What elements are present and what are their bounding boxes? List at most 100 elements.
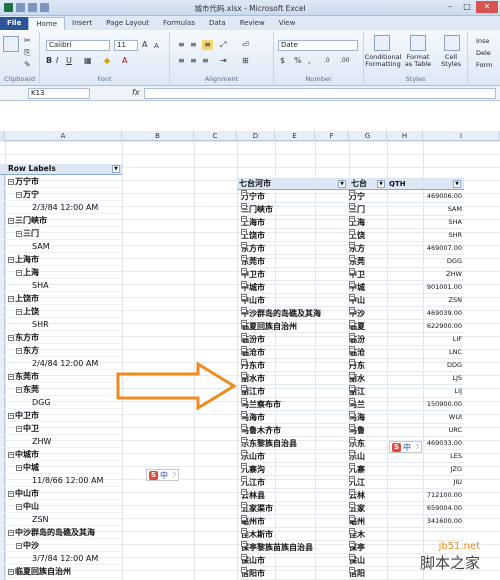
qth-cell[interactable]: SAM — [387, 203, 462, 216]
short-name-cell[interactable]: − 乌海 — [349, 411, 387, 424]
underline-icon[interactable]: U — [66, 56, 72, 66]
pivot-right-row[interactable]: − 乌兰察布市 − 乌兰 150900.00 — [237, 398, 464, 411]
comma-icon[interactable]: , — [308, 56, 311, 66]
collapse-toggle-icon[interactable]: − — [349, 528, 355, 534]
row-number-cell[interactable] — [0, 500, 5, 512]
collapse-toggle-icon[interactable]: − — [349, 424, 355, 430]
pivot-right-row[interactable]: − 临夏回族自治州 − 临夏 622900.00 — [237, 320, 464, 333]
tab-data[interactable]: Data — [202, 17, 233, 30]
city-cell[interactable]: − 乐东黎族自治县 — [241, 437, 351, 450]
pivot-right-row[interactable]: − 亳州市 − 亳州 341600.00 — [237, 515, 464, 528]
row-number-cell[interactable] — [0, 279, 5, 291]
indent-icon[interactable]: ⇥ — [220, 56, 227, 66]
row-number-cell[interactable] — [0, 552, 5, 564]
qth-column-header[interactable]: QTH — [389, 178, 406, 190]
qth-cell[interactable]: ZSN — [387, 294, 462, 307]
qth-cell[interactable]: 712100.00 — [387, 489, 462, 502]
format-as-table-icon[interactable] — [410, 35, 426, 51]
collapse-toggle-icon[interactable]: − — [349, 372, 355, 378]
collapse-toggle-icon[interactable]: − — [349, 515, 355, 521]
pivot-right-row[interactable]: − 中城市 − 中城 901001.00 — [237, 281, 464, 294]
short-name-cell[interactable]: − 亳州 — [349, 515, 387, 528]
row-number-cell[interactable] — [0, 422, 5, 434]
grow-font-icon[interactable]: A — [142, 40, 147, 50]
currency-icon[interactable]: $ — [280, 56, 285, 66]
column-header-a[interactable]: A — [5, 131, 122, 141]
collapse-toggle-icon[interactable]: − — [8, 412, 14, 419]
row-number-cell[interactable] — [0, 175, 5, 187]
pivot-left-row[interactable]: − 上海 — [0, 266, 122, 279]
collapse-toggle-icon[interactable]: − — [241, 541, 247, 547]
conditional-formatting-icon[interactable] — [374, 35, 390, 51]
qth-cell[interactable]: WUI — [387, 411, 462, 424]
pivot-right-row[interactable]: − 上饶市 − 上饶 SHR — [237, 229, 464, 242]
collapse-toggle-icon[interactable]: − — [241, 450, 247, 456]
pivot-left-row[interactable]: − 中山市 — [0, 487, 122, 500]
collapse-toggle-icon[interactable]: − — [16, 308, 22, 315]
city-cell[interactable]: − 乌鲁木齐市 — [241, 424, 351, 437]
collapse-toggle-icon[interactable]: − — [241, 437, 247, 443]
qth-cell[interactable]: SHA — [387, 216, 462, 229]
city-cell[interactable]: − 东莞市 — [241, 255, 351, 268]
collapse-toggle-icon[interactable]: − — [241, 424, 247, 430]
paste-icon[interactable] — [3, 36, 19, 52]
collapse-toggle-icon[interactable]: − — [241, 229, 247, 235]
city-cell[interactable]: − 保山市 — [241, 554, 351, 567]
collapse-toggle-icon[interactable]: − — [349, 281, 355, 287]
short-name-cell[interactable]: − 中城 — [349, 281, 387, 294]
pivot-left-row[interactable]: − 东莞市 — [0, 370, 122, 383]
city-cell[interactable]: − 九寨沟 — [241, 463, 351, 476]
row-number-cell[interactable] — [0, 188, 5, 200]
insert-cells-button[interactable]: Inse — [476, 38, 489, 45]
row-number-cell[interactable] — [0, 539, 5, 551]
short-name-cell[interactable]: − 九江 — [349, 476, 387, 489]
collapse-toggle-icon[interactable]: − — [16, 464, 22, 471]
collapse-toggle-icon[interactable]: − — [16, 191, 22, 198]
chinese-mode-icon[interactable]: 中 — [160, 470, 168, 481]
cell-styles-icon[interactable] — [444, 35, 460, 51]
collapse-toggle-icon[interactable]: − — [241, 411, 247, 417]
city-cell[interactable]: − 东方市 — [241, 242, 351, 255]
collapse-toggle-icon[interactable]: − — [349, 567, 355, 573]
city-cell[interactable]: − 丽江市 — [241, 385, 351, 398]
format-painter-icon[interactable]: ✎ — [24, 60, 31, 70]
pivot-left-row[interactable]: − 万宁市 — [0, 175, 122, 188]
short-name-cell[interactable]: − 五家 — [349, 502, 387, 515]
qth-cell[interactable]: LNC — [387, 346, 462, 359]
close-icon[interactable]: ✕ — [476, 1, 498, 13]
pivot-left-row[interactable]: − 中城 — [0, 461, 122, 474]
row-number-cell[interactable] — [0, 240, 5, 252]
short-name-cell[interactable]: − 中卫 — [349, 268, 387, 281]
row-number-cell[interactable] — [0, 201, 5, 213]
collapse-toggle-icon[interactable]: − — [16, 269, 22, 276]
ime-settings-icon[interactable]: ☽ — [170, 471, 176, 479]
qth-cell[interactable]: 659004.00 — [387, 502, 462, 515]
city-cell[interactable]: − 乐山市 — [241, 450, 351, 463]
pivot-left-row[interactable]: − 上饶市 — [0, 292, 122, 305]
formula-input[interactable] — [144, 88, 496, 99]
borders-icon[interactable]: ▦ — [84, 56, 92, 66]
collapse-toggle-icon[interactable]: − — [349, 320, 355, 326]
pivot-right-row[interactable]: − 万宁市 − 万宁 469006.00 — [237, 190, 464, 203]
column-header-f[interactable]: F — [315, 131, 349, 141]
collapse-toggle-icon[interactable]: − — [241, 398, 247, 404]
collapse-toggle-icon[interactable]: − — [241, 372, 247, 378]
qth-cell[interactable]: 150900.00 — [387, 398, 462, 411]
collapse-toggle-icon[interactable]: − — [241, 307, 247, 313]
collapse-toggle-icon[interactable]: − — [241, 216, 247, 222]
collapse-toggle-icon[interactable]: − — [349, 190, 355, 196]
collapse-toggle-icon[interactable]: − — [8, 178, 14, 185]
pivot-left-row[interactable]: SHR — [0, 318, 122, 331]
row-number-cell[interactable] — [0, 461, 5, 473]
collapse-toggle-icon[interactable]: − — [241, 294, 247, 300]
tab-file[interactable]: File — [0, 17, 29, 30]
row-labels-header[interactable]: Row Labels ▼ — [0, 164, 122, 175]
collapse-toggle-icon[interactable]: − — [8, 529, 14, 536]
qth-cell[interactable]: ZHW — [387, 268, 462, 281]
pivot-left-row[interactable]: − 上海市 — [0, 253, 122, 266]
collapse-toggle-icon[interactable]: − — [349, 307, 355, 313]
row-number-cell[interactable] — [0, 565, 5, 577]
column-header-h[interactable]: H — [387, 131, 423, 141]
pivot-left-row[interactable]: 2/4/84 12:00 AM — [0, 357, 122, 370]
city-cell[interactable]: − 上饶市 — [241, 229, 351, 242]
